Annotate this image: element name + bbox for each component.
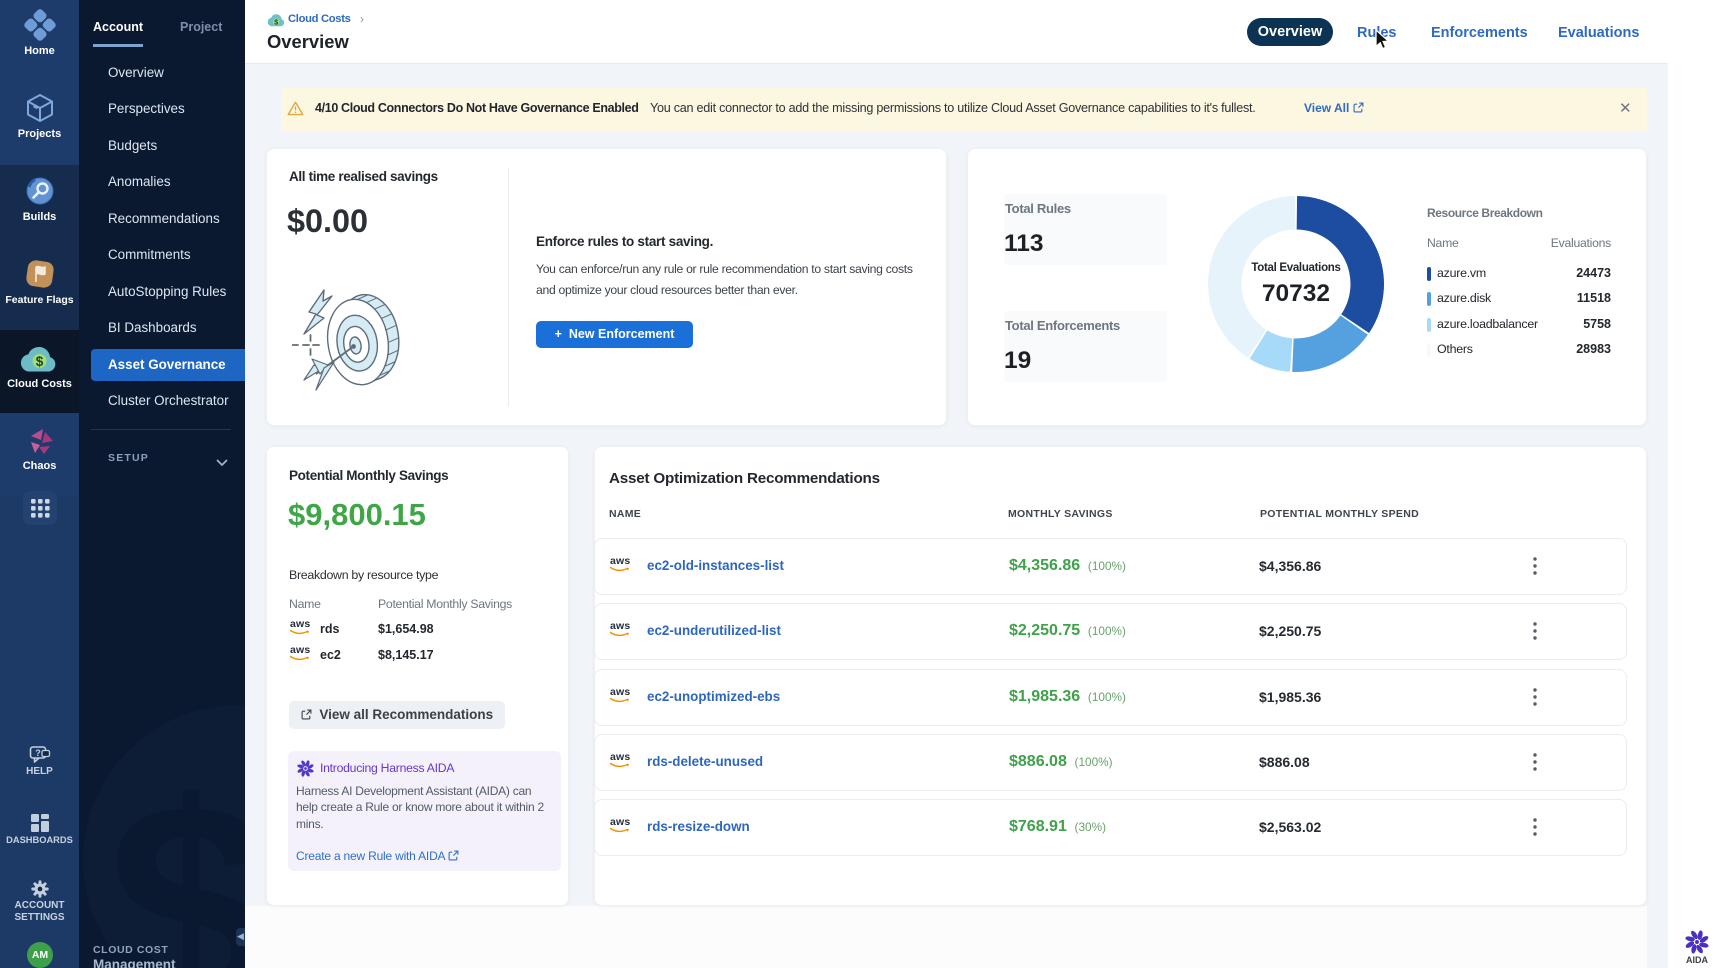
svg-text:$: $ — [274, 19, 278, 26]
svg-text:?: ? — [35, 748, 41, 758]
svg-text:$: $ — [36, 354, 44, 369]
